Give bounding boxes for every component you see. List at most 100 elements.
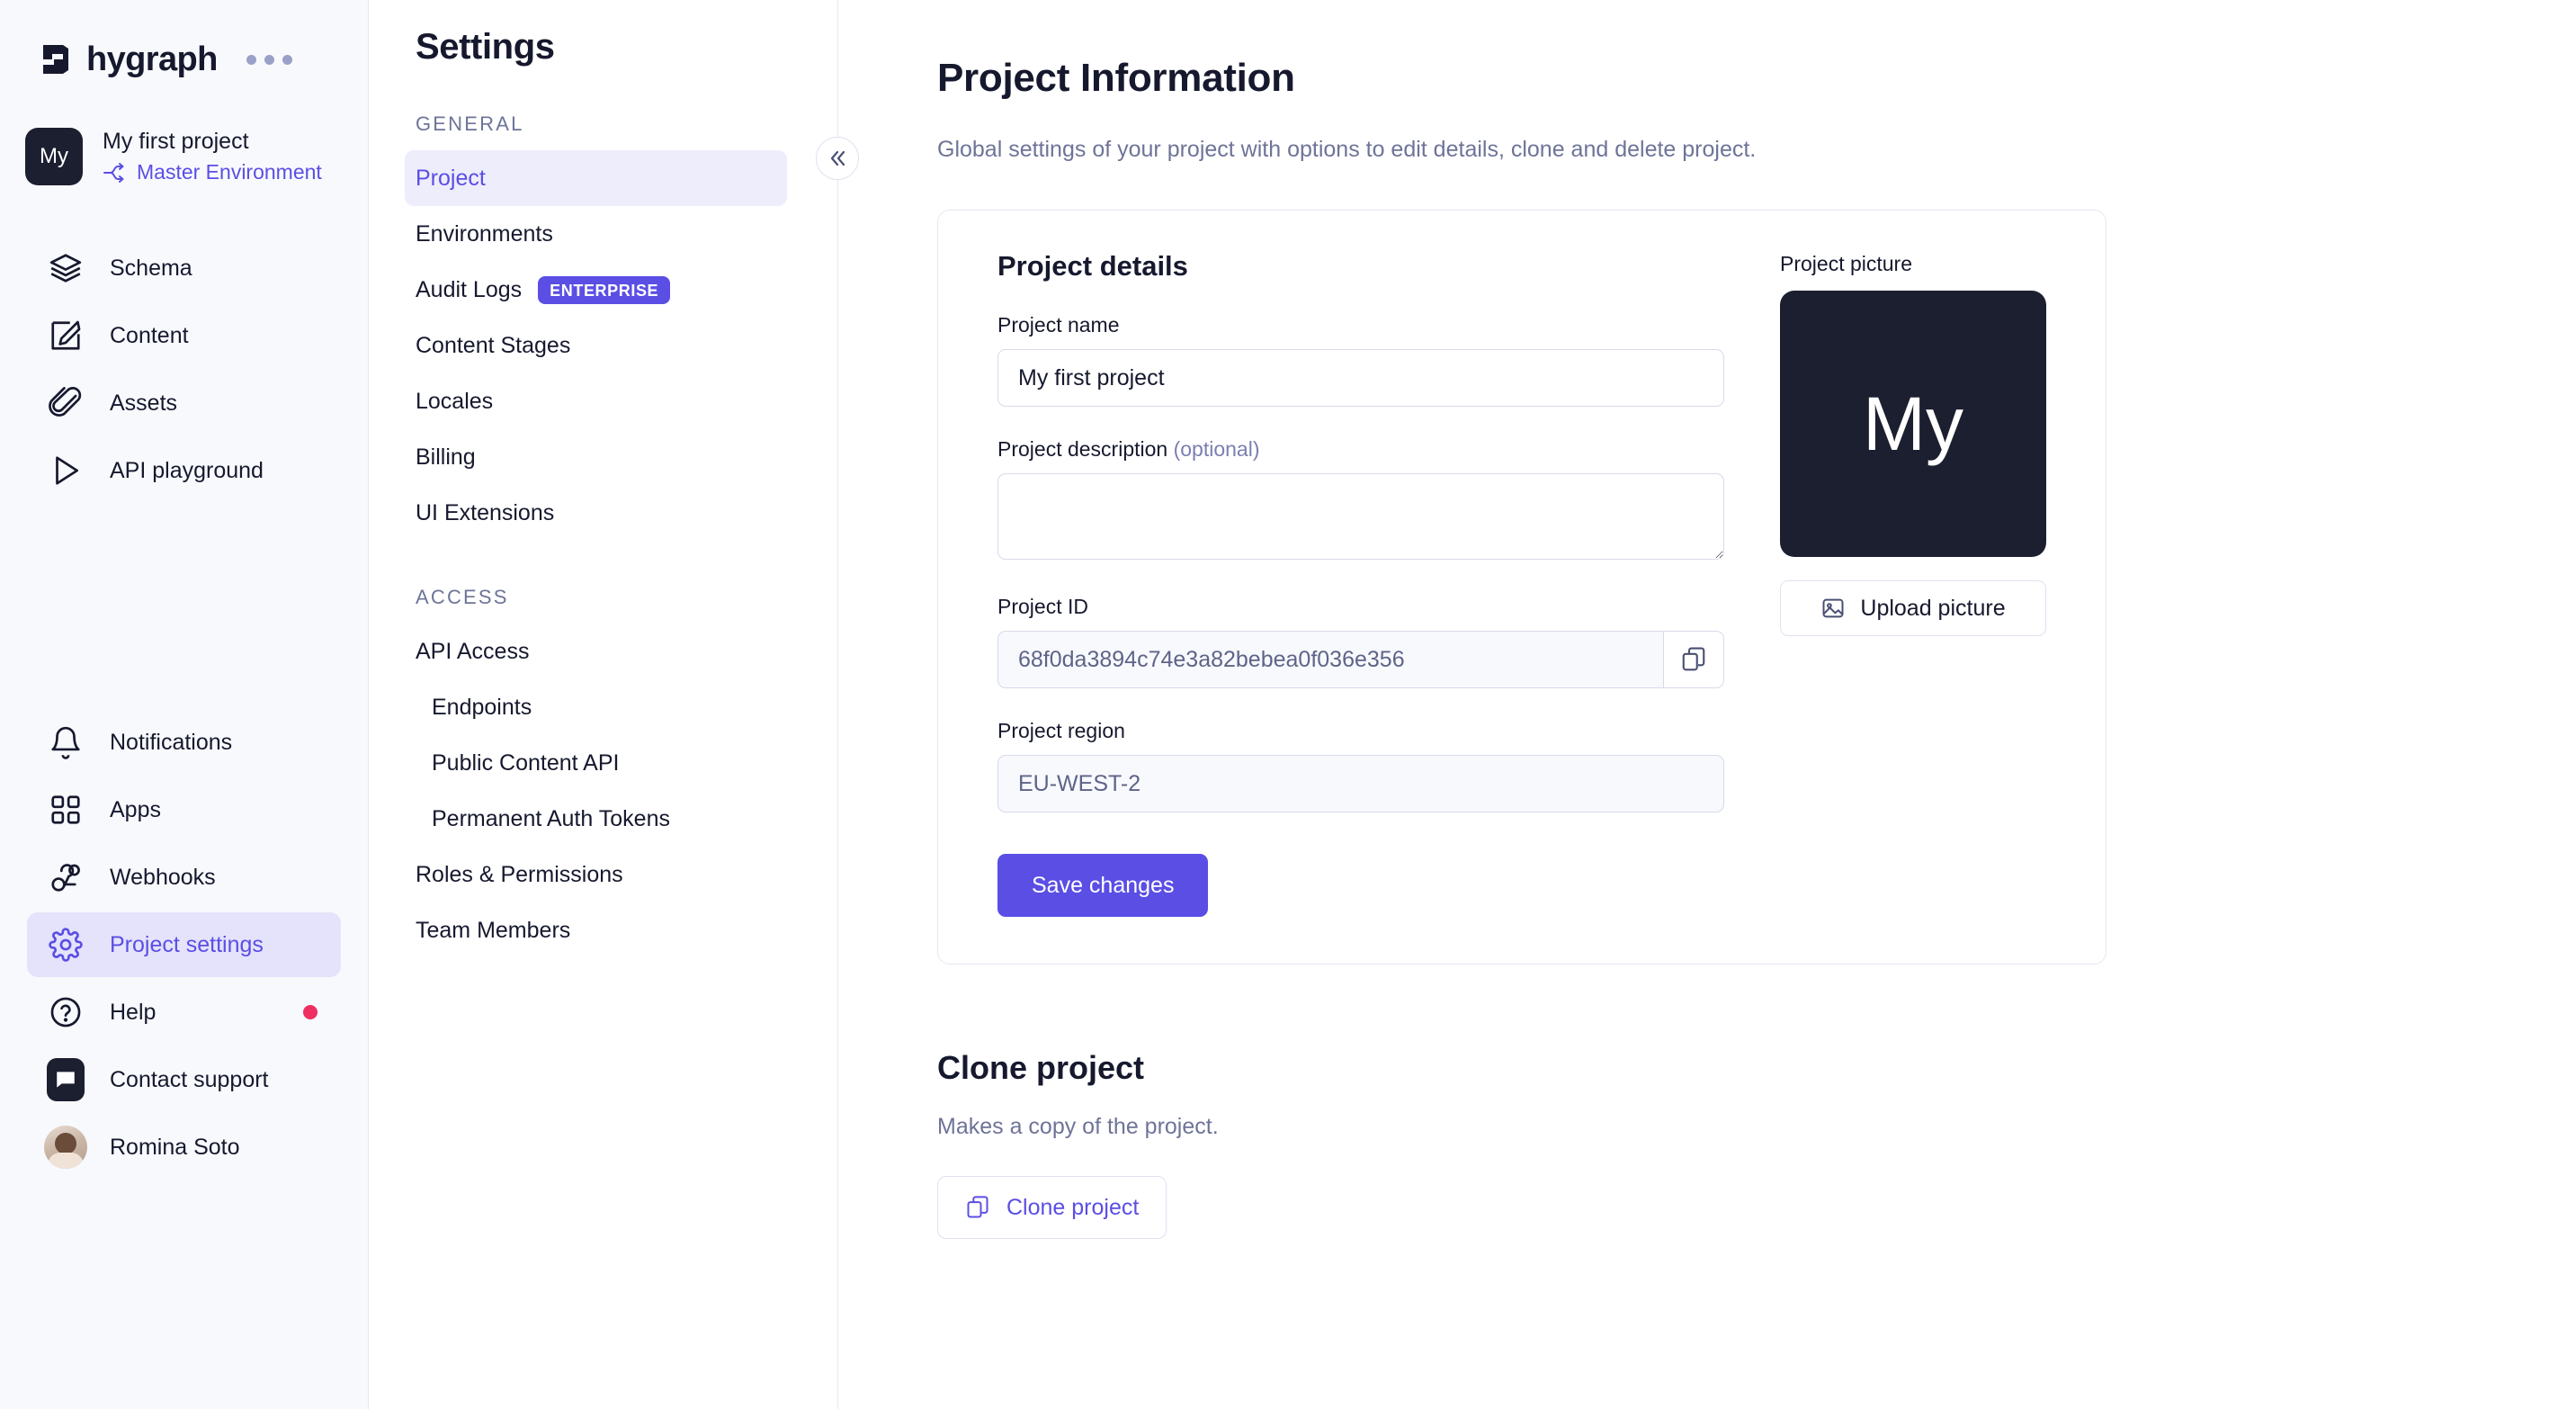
settings-item-label: Public Content API	[432, 750, 619, 776]
settings-item-ui-extensions[interactable]: UI Extensions	[405, 485, 787, 541]
primary-sidebar: hygraph My My first project Mas	[0, 0, 369, 1409]
sidebar-item-label: Schema	[110, 256, 192, 282]
sidebar-item-schema[interactable]: Schema	[27, 236, 341, 301]
sidebar-item-webhooks[interactable]: Webhooks	[27, 845, 341, 910]
sidebar-item-project-settings[interactable]: Project settings	[27, 912, 341, 977]
settings-item-locales[interactable]: Locales	[405, 373, 787, 429]
optional-marker: (optional)	[1174, 437, 1260, 461]
settings-title: Settings	[369, 0, 837, 67]
app-root: hygraph My My first project Mas	[0, 0, 2576, 1409]
clone-project-section: Clone project Makes a copy of the projec…	[937, 1049, 2576, 1239]
sidebar-item-label: Assets	[110, 390, 177, 417]
save-changes-button[interactable]: Save changes	[997, 854, 1208, 917]
project-picture-preview: My	[1780, 291, 2046, 557]
sidebar-item-label: Contact support	[110, 1067, 269, 1093]
sidebar-item-api-playground[interactable]: API playground	[27, 438, 341, 503]
project-name-label: My first project	[103, 129, 322, 155]
clone-project-button[interactable]: Clone project	[937, 1176, 1167, 1239]
sidebar-item-label: API playground	[110, 458, 264, 484]
page-title: Project Information	[937, 56, 2576, 101]
hygraph-mark-icon	[40, 41, 74, 77]
settings-item-environments[interactable]: Environments	[405, 206, 787, 262]
settings-item-permanent-auth-tokens[interactable]: Permanent Auth Tokens	[405, 791, 787, 847]
environment-label: Master Environment	[137, 160, 322, 184]
sidebar-item-assets[interactable]: Assets	[27, 371, 341, 435]
sidebar-item-notifications[interactable]: Notifications	[27, 710, 341, 775]
sidebar-primary-nav: Schema Content Assets	[0, 236, 368, 503]
project-details-form: Project details Project name Project des…	[997, 250, 1724, 917]
copy-icon	[965, 1195, 990, 1220]
sidebar-item-label: Webhooks	[110, 865, 216, 891]
project-id-input[interactable]	[997, 631, 1663, 688]
hygraph-logo[interactable]: hygraph	[40, 40, 218, 79]
page-subtitle: Global settings of your project with opt…	[937, 137, 2576, 163]
settings-item-endpoints[interactable]: Endpoints	[405, 679, 787, 735]
collapse-panel-button[interactable]	[816, 137, 859, 180]
sidebar-item-contact-support[interactable]: Contact support	[27, 1047, 341, 1112]
project-details-card: Project details Project name Project des…	[937, 210, 2106, 965]
project-id-label: Project ID	[997, 595, 1724, 619]
card-title: Project details	[997, 250, 1724, 283]
environment-link[interactable]: Master Environment	[103, 160, 322, 184]
gear-icon	[47, 928, 85, 962]
project-description-textarea[interactable]	[997, 473, 1724, 560]
settings-item-audit-logs[interactable]: Audit Logs ENTERPRISE	[405, 262, 787, 318]
project-region-field: Project region	[997, 719, 1724, 812]
sidebar-item-user-profile[interactable]: Romina Soto	[27, 1115, 341, 1180]
settings-list-access: API Access Endpoints Public Content API …	[369, 624, 837, 958]
settings-item-label: API Access	[416, 639, 529, 665]
paperclip-icon	[47, 386, 85, 420]
chevron-double-left-icon	[827, 148, 848, 169]
settings-item-label: Roles & Permissions	[416, 862, 623, 888]
project-region-input[interactable]	[997, 755, 1724, 812]
layers-icon	[47, 251, 85, 285]
project-id-group	[997, 631, 1724, 688]
sidebar-item-label: Project settings	[110, 932, 264, 958]
project-description-field: Project description (optional)	[997, 437, 1724, 564]
sidebar-top: hygraph My My first project Mas	[0, 0, 368, 1191]
main-content: Project Information Global settings of y…	[838, 0, 2576, 1409]
clone-project-title: Clone project	[937, 1049, 2576, 1087]
project-switcher[interactable]: My My first project Master Environment	[0, 124, 368, 189]
settings-item-team-members[interactable]: Team Members	[405, 902, 787, 958]
settings-item-label: UI Extensions	[416, 500, 554, 526]
settings-item-label: Project	[416, 166, 486, 192]
play-icon	[47, 453, 85, 488]
settings-item-public-content-api[interactable]: Public Content API	[405, 735, 787, 791]
settings-item-label: Locales	[416, 389, 493, 415]
settings-item-content-stages[interactable]: Content Stages	[405, 318, 787, 373]
brand-header: hygraph	[0, 34, 368, 85]
sidebar-item-apps[interactable]: Apps	[27, 777, 341, 842]
project-name-label: Project name	[997, 313, 1724, 337]
upload-picture-button[interactable]: Upload picture	[1780, 580, 2046, 636]
grid-icon	[47, 793, 85, 827]
sidebar-item-content[interactable]: Content	[27, 303, 341, 368]
settings-section-heading-access: ACCESS	[369, 586, 837, 609]
project-meta: My first project Master Environment	[103, 129, 322, 184]
upload-picture-label: Upload picture	[1860, 596, 2005, 622]
webhook-icon	[47, 860, 85, 894]
sidebar-item-label: Help	[110, 1000, 156, 1026]
settings-item-billing[interactable]: Billing	[405, 429, 787, 485]
settings-item-label: Billing	[416, 444, 476, 471]
bell-icon	[47, 725, 85, 759]
clone-project-button-label: Clone project	[1006, 1195, 1139, 1221]
image-icon	[1820, 596, 1846, 621]
avatar	[47, 1126, 85, 1169]
project-avatar: My	[25, 128, 83, 185]
settings-item-label: Content Stages	[416, 333, 570, 359]
sidebar-item-help[interactable]: Help	[27, 980, 341, 1045]
project-name-input[interactable]	[997, 349, 1724, 407]
chat-icon	[47, 1058, 85, 1101]
settings-item-label: Audit Logs	[416, 277, 522, 303]
settings-item-roles-permissions[interactable]: Roles & Permissions	[405, 847, 787, 902]
help-notification-dot	[303, 1005, 318, 1019]
settings-item-label: Environments	[416, 221, 553, 247]
edit-square-icon	[47, 319, 85, 353]
project-name-field: Project name	[997, 313, 1724, 407]
settings-item-api-access[interactable]: API Access	[405, 624, 787, 679]
ellipsis-icon[interactable]	[246, 55, 292, 65]
settings-panel: Settings GENERAL Project Environments Au…	[369, 0, 838, 1409]
copy-project-id-button[interactable]	[1663, 631, 1724, 688]
settings-item-project[interactable]: Project	[405, 150, 787, 206]
